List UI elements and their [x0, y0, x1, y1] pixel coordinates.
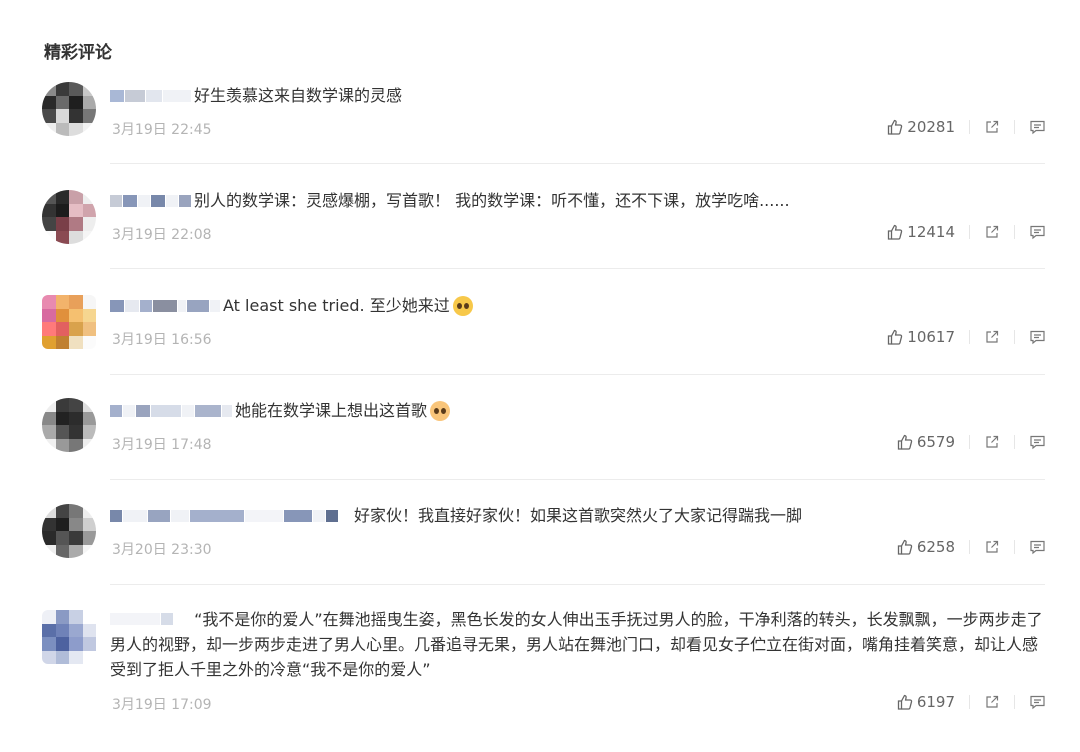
share-button[interactable] [984, 224, 1000, 240]
separator [969, 435, 970, 449]
divider [110, 374, 1045, 375]
reply-icon [1030, 120, 1045, 135]
separator [969, 330, 970, 344]
divider [110, 163, 1045, 164]
reply-button[interactable] [1029, 119, 1046, 135]
like-button[interactable]: 12414 [886, 223, 955, 241]
flushed-face-emoji [430, 401, 451, 421]
username[interactable] [110, 191, 192, 211]
comment-time: 3月20日 23:30 [112, 542, 212, 558]
separator [1014, 120, 1015, 134]
share-icon [986, 540, 999, 553]
share-button[interactable] [984, 434, 1000, 450]
share-button[interactable] [984, 539, 1000, 555]
share-icon [986, 120, 999, 133]
comment-time: 3月19日 22:08 [112, 227, 212, 243]
separator [1014, 435, 1015, 449]
separator [969, 695, 970, 709]
comment-time: 3月19日 22:45 [112, 122, 212, 138]
username[interactable] [110, 401, 233, 421]
reply-button[interactable] [1029, 694, 1046, 710]
share-button[interactable] [984, 329, 1000, 345]
reply-icon [1030, 225, 1045, 240]
reply-icon [1030, 695, 1045, 710]
comment-text: “我不是你的爱人”在舞池摇曳生姿，黑色长发的女人伸出玉手抚过男人的脸，干净利落的… [110, 610, 1043, 679]
thumbs-up-icon [897, 434, 913, 450]
comment-text: 别人的数学课：灵感爆棚，写首歌！ 我的数学课：听不懂，还不下课，放学吃啥....… [194, 191, 790, 210]
separator [1014, 540, 1015, 554]
comment-time: 3月19日 16:56 [112, 332, 212, 348]
comment-text: 她能在数学课上想出这首歌 [235, 401, 428, 420]
divider [110, 584, 1045, 585]
separator [1014, 225, 1015, 239]
like-count: 6197 [916, 693, 955, 711]
separator [1014, 330, 1015, 344]
share-icon [986, 435, 999, 448]
avatar[interactable] [42, 190, 96, 244]
comment-text: At least she tried. 至少她来过 [223, 296, 450, 315]
thumbs-up-icon [888, 224, 903, 240]
separator [1014, 695, 1015, 709]
username[interactable] [110, 296, 221, 316]
username[interactable] [110, 506, 352, 526]
username[interactable] [110, 86, 192, 106]
reply-button[interactable] [1029, 539, 1046, 555]
avatar[interactable] [42, 398, 96, 452]
like-button[interactable]: 10617 [886, 328, 955, 346]
share-icon [986, 330, 999, 343]
reply-button[interactable] [1029, 224, 1046, 240]
username[interactable] [110, 609, 187, 629]
like-button[interactable]: 20281 [886, 118, 955, 136]
reply-icon [1030, 435, 1045, 450]
avatar[interactable] [42, 610, 96, 664]
like-count: 12414 [907, 223, 955, 241]
like-count: 20281 [907, 118, 955, 136]
divider [110, 268, 1045, 269]
like-button[interactable]: 6197 [896, 693, 955, 711]
comment-text: 好家伙！我直接好家伙！如果这首歌突然火了大家记得踹我一脚 [354, 506, 803, 525]
share-button[interactable] [984, 119, 1000, 135]
like-count: 10617 [907, 328, 955, 346]
like-button[interactable]: 6258 [896, 538, 955, 556]
like-count: 6258 [916, 538, 955, 556]
comment-time: 3月19日 17:09 [112, 697, 212, 713]
comment-time: 3月19日 17:48 [112, 437, 212, 453]
reply-icon [1030, 330, 1045, 345]
separator [969, 120, 970, 134]
divider [110, 479, 1045, 480]
thumbs-up-icon [888, 329, 903, 345]
avatar[interactable] [42, 504, 96, 558]
reply-button[interactable] [1029, 329, 1046, 345]
thumbs-up-icon [897, 539, 913, 555]
thumbs-up-icon [888, 119, 903, 135]
separator [969, 225, 970, 239]
section-title: 精彩评论 [44, 43, 112, 63]
share-button[interactable] [984, 694, 1000, 710]
thumbs-up-icon [897, 694, 913, 710]
avatar[interactable] [42, 82, 96, 136]
pleading-face-emoji [452, 296, 473, 316]
like-button[interactable]: 6579 [896, 433, 955, 451]
separator [969, 540, 970, 554]
comment-text: 好生羡慕这来自数学课的灵感 [194, 86, 403, 105]
avatar[interactable] [42, 295, 96, 349]
reply-button[interactable] [1029, 434, 1046, 450]
share-icon [986, 695, 999, 708]
reply-icon [1030, 540, 1045, 555]
like-count: 6579 [916, 433, 955, 451]
share-icon [986, 225, 999, 238]
